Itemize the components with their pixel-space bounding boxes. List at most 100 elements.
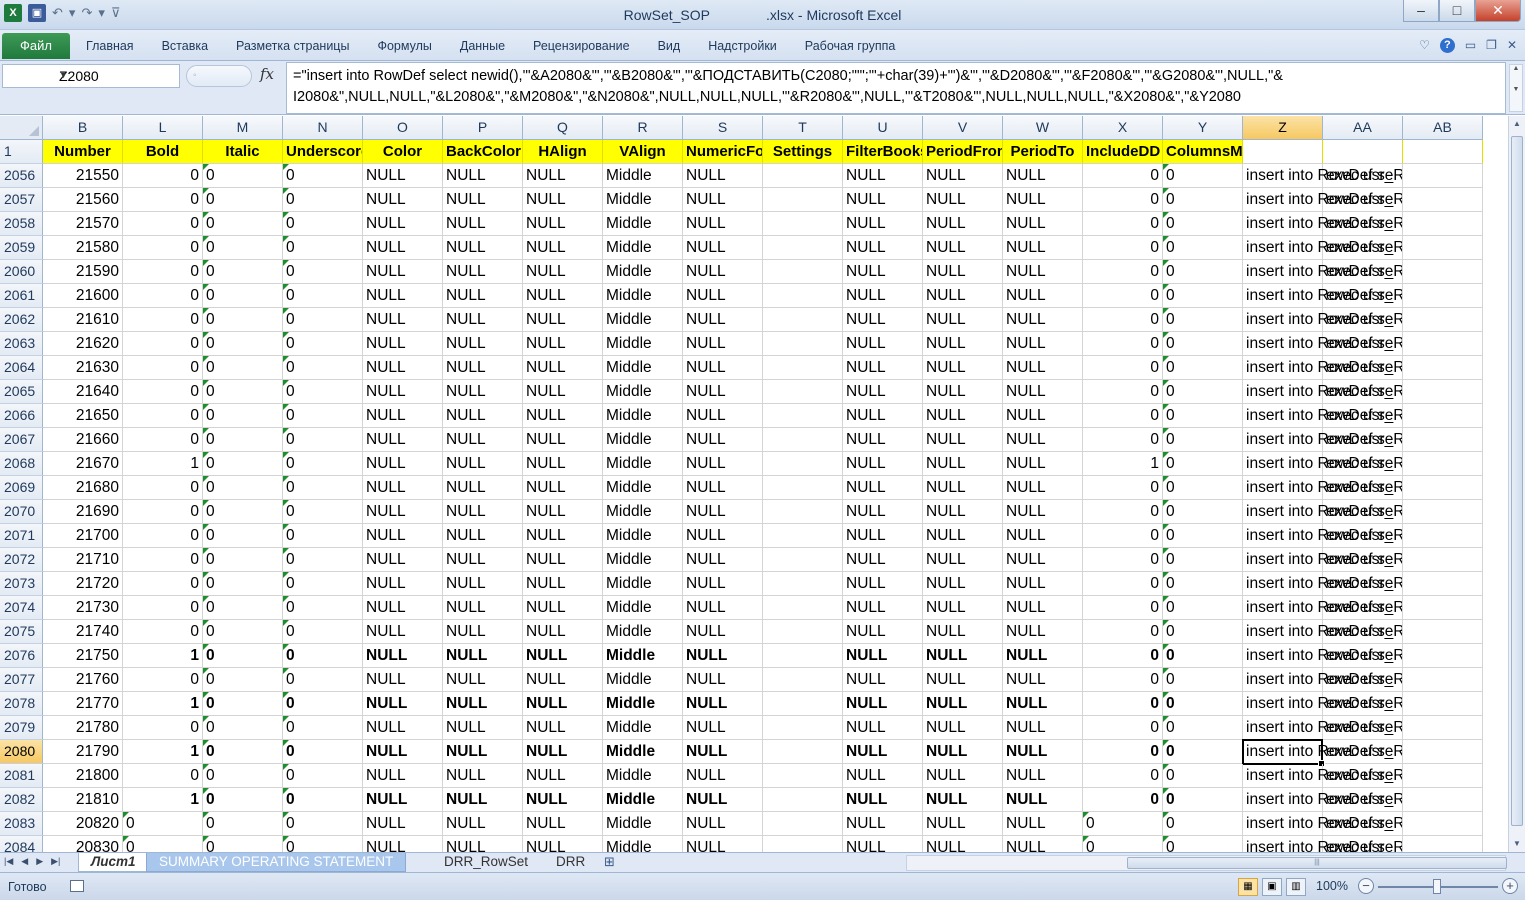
cell-Y[interactable]: 0 bbox=[1163, 836, 1243, 852]
cell-P[interactable]: NULL bbox=[443, 596, 523, 620]
cell-AB[interactable] bbox=[1403, 308, 1483, 332]
cell-S[interactable]: NULL bbox=[683, 380, 763, 404]
cell-Y[interactable]: 0 bbox=[1163, 812, 1243, 836]
cell-U[interactable]: NULL bbox=[843, 404, 923, 428]
cell-U[interactable]: NULL bbox=[843, 740, 923, 764]
cell-R[interactable]: Middle bbox=[603, 524, 683, 548]
cell-S[interactable]: NULL bbox=[683, 356, 763, 380]
cell-Y[interactable]: 0 bbox=[1163, 500, 1243, 524]
cell-M[interactable]: 0 bbox=[203, 212, 283, 236]
cell-AA[interactable]: exec usr_Row bbox=[1323, 812, 1403, 836]
header-cell-O[interactable]: Color bbox=[363, 140, 443, 164]
cell-Q[interactable]: NULL bbox=[523, 380, 603, 404]
cell-V[interactable]: NULL bbox=[923, 668, 1003, 692]
row-header[interactable]: 2078 bbox=[0, 692, 43, 716]
cell-R[interactable]: Middle bbox=[603, 332, 683, 356]
tab-ribbon-4[interactable]: Данные bbox=[460, 39, 505, 53]
cell-W[interactable]: NULL bbox=[1003, 212, 1083, 236]
cell-AA[interactable]: exec usr_Row bbox=[1323, 236, 1403, 260]
cell-O[interactable]: NULL bbox=[363, 740, 443, 764]
cell-B[interactable]: 21730 bbox=[43, 596, 123, 620]
header-cell-Y[interactable]: ColumnsMerge bbox=[1163, 140, 1243, 164]
cell-X[interactable]: 0 bbox=[1083, 164, 1163, 188]
cell-R[interactable]: Middle bbox=[603, 596, 683, 620]
cell-X[interactable]: 1 bbox=[1083, 452, 1163, 476]
cell-Z[interactable]: insert into RowDef se bbox=[1243, 716, 1393, 740]
cell-U[interactable]: NULL bbox=[843, 572, 923, 596]
cell-AB[interactable] bbox=[1403, 644, 1483, 668]
cell-B[interactable]: 20820 bbox=[43, 812, 123, 836]
row-header[interactable]: 2071 bbox=[0, 524, 43, 548]
formula-input[interactable]: ="insert into RowDef select newid(),'"&A… bbox=[286, 62, 1506, 114]
cell-Z[interactable]: insert into RowDef se bbox=[1243, 212, 1393, 236]
cell-N[interactable]: 0 bbox=[283, 836, 363, 852]
cell-Z[interactable]: insert into RowDef se bbox=[1243, 764, 1393, 788]
row-header[interactable]: 2084 bbox=[0, 836, 43, 852]
cell-L[interactable]: 0 bbox=[123, 284, 203, 308]
cell-P[interactable]: NULL bbox=[443, 476, 523, 500]
cell-U[interactable]: NULL bbox=[843, 356, 923, 380]
cell-S[interactable]: NULL bbox=[683, 620, 763, 644]
cell-Q[interactable]: NULL bbox=[523, 812, 603, 836]
header-cell-Q[interactable]: HAlign bbox=[523, 140, 603, 164]
cell-M[interactable]: 0 bbox=[203, 476, 283, 500]
cell-L[interactable]: 0 bbox=[123, 500, 203, 524]
cell-Z[interactable]: insert into RowDef se bbox=[1243, 260, 1393, 284]
row-header[interactable]: 2077 bbox=[0, 668, 43, 692]
cell-Y[interactable]: 0 bbox=[1163, 644, 1243, 668]
cell-V[interactable]: NULL bbox=[923, 788, 1003, 812]
cell-S[interactable]: NULL bbox=[683, 164, 763, 188]
column-header-U[interactable]: U bbox=[843, 116, 923, 140]
cell-N[interactable]: 0 bbox=[283, 188, 363, 212]
cell-X[interactable]: 0 bbox=[1083, 668, 1163, 692]
cell-Z[interactable]: insert into RowDef se bbox=[1243, 836, 1393, 852]
cell-Q[interactable]: NULL bbox=[523, 596, 603, 620]
cell-B[interactable]: 21610 bbox=[43, 308, 123, 332]
cell-O[interactable]: NULL bbox=[363, 212, 443, 236]
cell-N[interactable]: 0 bbox=[283, 380, 363, 404]
cell-N[interactable]: 0 bbox=[283, 332, 363, 356]
cell-AA[interactable]: exec usr_Row bbox=[1323, 500, 1403, 524]
cell-S[interactable]: NULL bbox=[683, 188, 763, 212]
cell-M[interactable]: 0 bbox=[203, 644, 283, 668]
cell-R[interactable]: Middle bbox=[603, 428, 683, 452]
cell-Z[interactable]: insert into RowDef se bbox=[1243, 812, 1393, 836]
cell-S[interactable]: NULL bbox=[683, 692, 763, 716]
cell-X[interactable]: 0 bbox=[1083, 524, 1163, 548]
cell-S[interactable]: NULL bbox=[683, 332, 763, 356]
header-cell-AA[interactable] bbox=[1323, 140, 1403, 164]
cell-O[interactable]: NULL bbox=[363, 644, 443, 668]
cell-AA[interactable]: exec usr_Row bbox=[1323, 596, 1403, 620]
cell-U[interactable]: NULL bbox=[843, 836, 923, 852]
cell-R[interactable]: Middle bbox=[603, 404, 683, 428]
cell-U[interactable]: NULL bbox=[843, 524, 923, 548]
cell-Q[interactable]: NULL bbox=[523, 476, 603, 500]
cell-M[interactable]: 0 bbox=[203, 356, 283, 380]
row-header[interactable]: 2068 bbox=[0, 452, 43, 476]
cell-O[interactable]: NULL bbox=[363, 380, 443, 404]
cell-M[interactable]: 0 bbox=[203, 260, 283, 284]
cell-L[interactable]: 1 bbox=[123, 692, 203, 716]
cell-V[interactable]: NULL bbox=[923, 692, 1003, 716]
cell-AA[interactable]: exec usr_Row bbox=[1323, 620, 1403, 644]
cell-W[interactable]: NULL bbox=[1003, 500, 1083, 524]
cell-Z[interactable]: insert into RowDef se bbox=[1243, 404, 1393, 428]
cell-AB[interactable] bbox=[1403, 212, 1483, 236]
cell-V[interactable]: NULL bbox=[923, 596, 1003, 620]
scroll-up-icon[interactable]: ▲ bbox=[1509, 116, 1525, 132]
sheet-tab-2[interactable]: DRR_RowSet bbox=[432, 853, 540, 872]
header-cell-W[interactable]: PeriodTo bbox=[1003, 140, 1083, 164]
cell-P[interactable]: NULL bbox=[443, 260, 523, 284]
cell-O[interactable]: NULL bbox=[363, 164, 443, 188]
cell-T[interactable] bbox=[763, 284, 843, 308]
cell-L[interactable]: 0 bbox=[123, 764, 203, 788]
cell-S[interactable]: NULL bbox=[683, 260, 763, 284]
cell-AA[interactable]: exec usr_Row bbox=[1323, 788, 1403, 812]
cell-L[interactable]: 0 bbox=[123, 620, 203, 644]
cell-R[interactable]: Middle bbox=[603, 716, 683, 740]
cell-W[interactable]: NULL bbox=[1003, 596, 1083, 620]
cell-R[interactable]: Middle bbox=[603, 548, 683, 572]
column-header-Q[interactable]: Q bbox=[523, 116, 603, 140]
cell-Z[interactable]: insert into RowDef se bbox=[1243, 500, 1393, 524]
cell-AA[interactable]: exec usr_Row bbox=[1323, 428, 1403, 452]
